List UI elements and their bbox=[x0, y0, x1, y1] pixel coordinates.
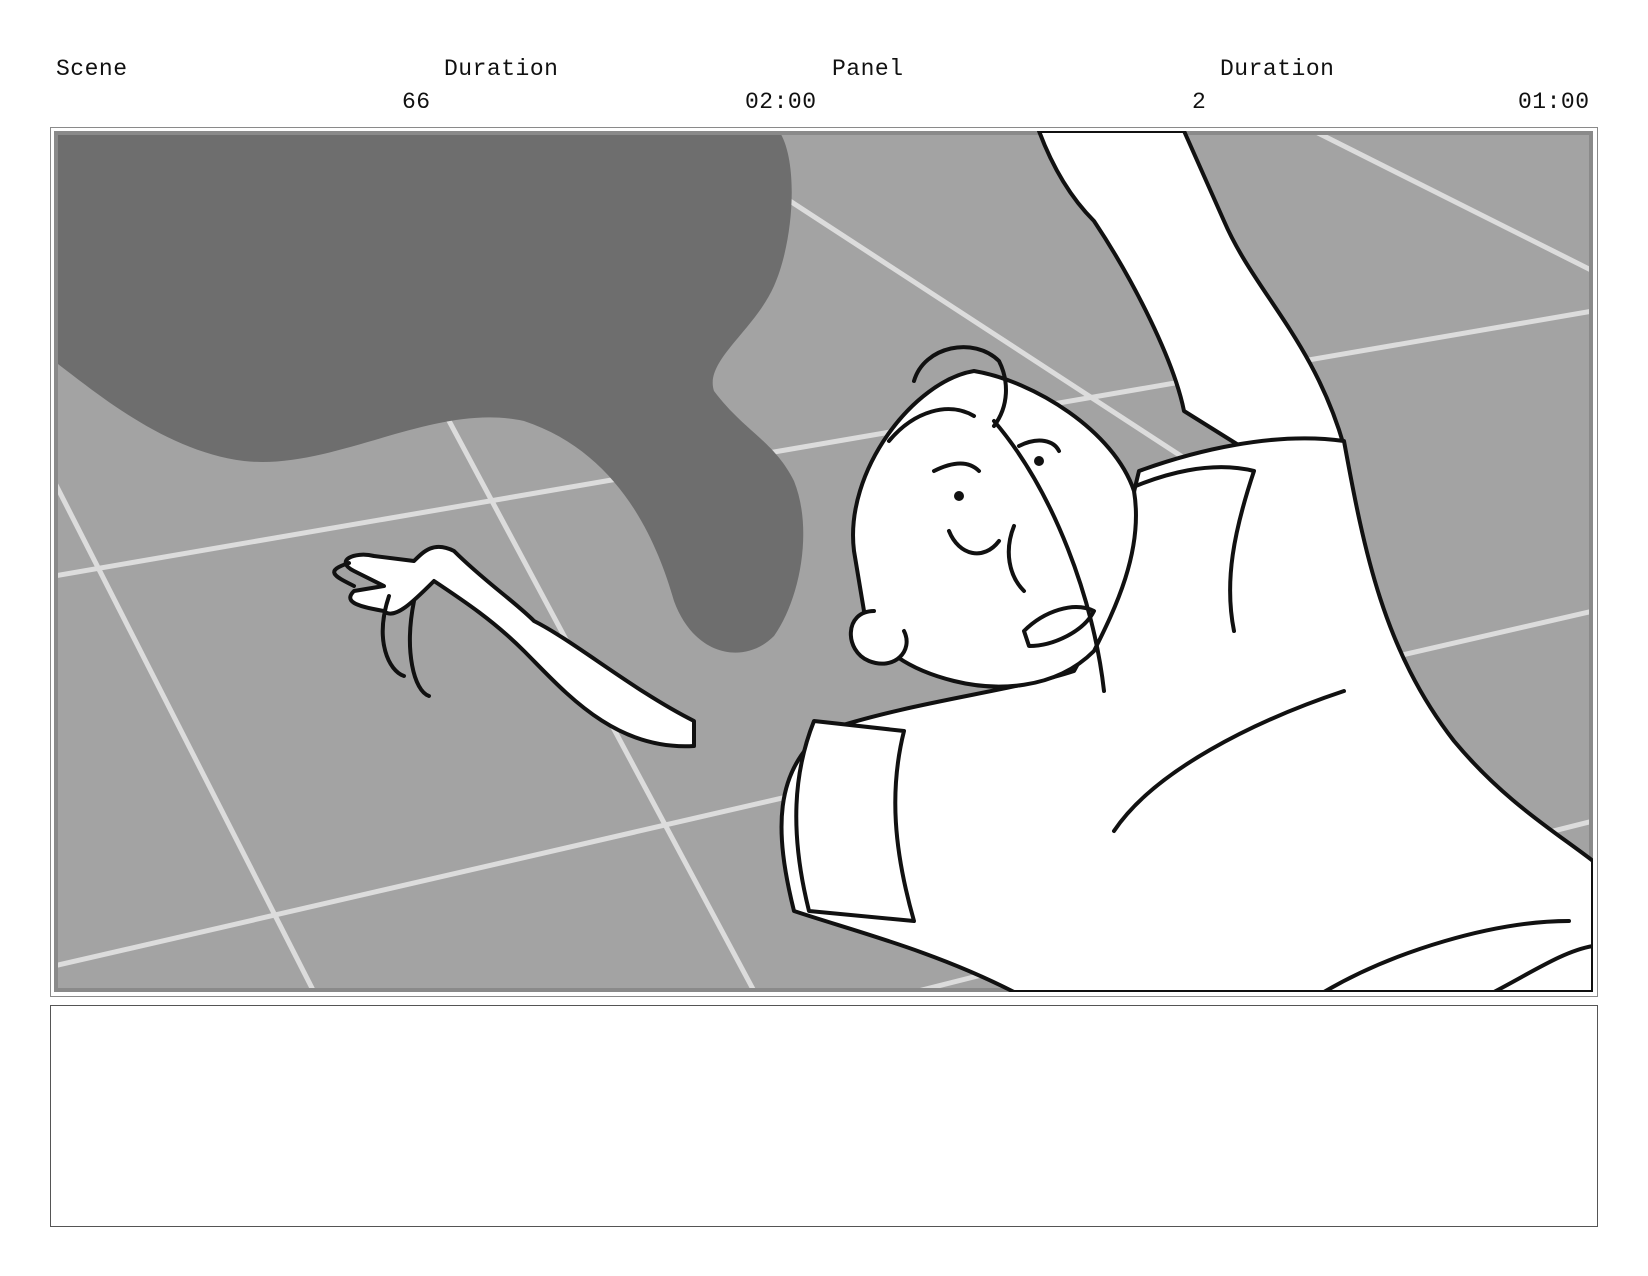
panel-number: 2 bbox=[1192, 89, 1207, 115]
scene-duration-label: Duration bbox=[444, 56, 559, 82]
scene-label: Scene bbox=[56, 56, 128, 82]
notes-box bbox=[50, 1005, 1598, 1227]
scene-number: 66 bbox=[402, 89, 431, 115]
panel-duration: 01:00 bbox=[1518, 89, 1590, 115]
panel-frame bbox=[50, 127, 1598, 997]
panel-duration-label: Duration bbox=[1220, 56, 1335, 82]
panel-label: Panel bbox=[832, 56, 904, 82]
panel-sketch bbox=[54, 131, 1593, 992]
scene-duration: 02:00 bbox=[745, 89, 817, 115]
